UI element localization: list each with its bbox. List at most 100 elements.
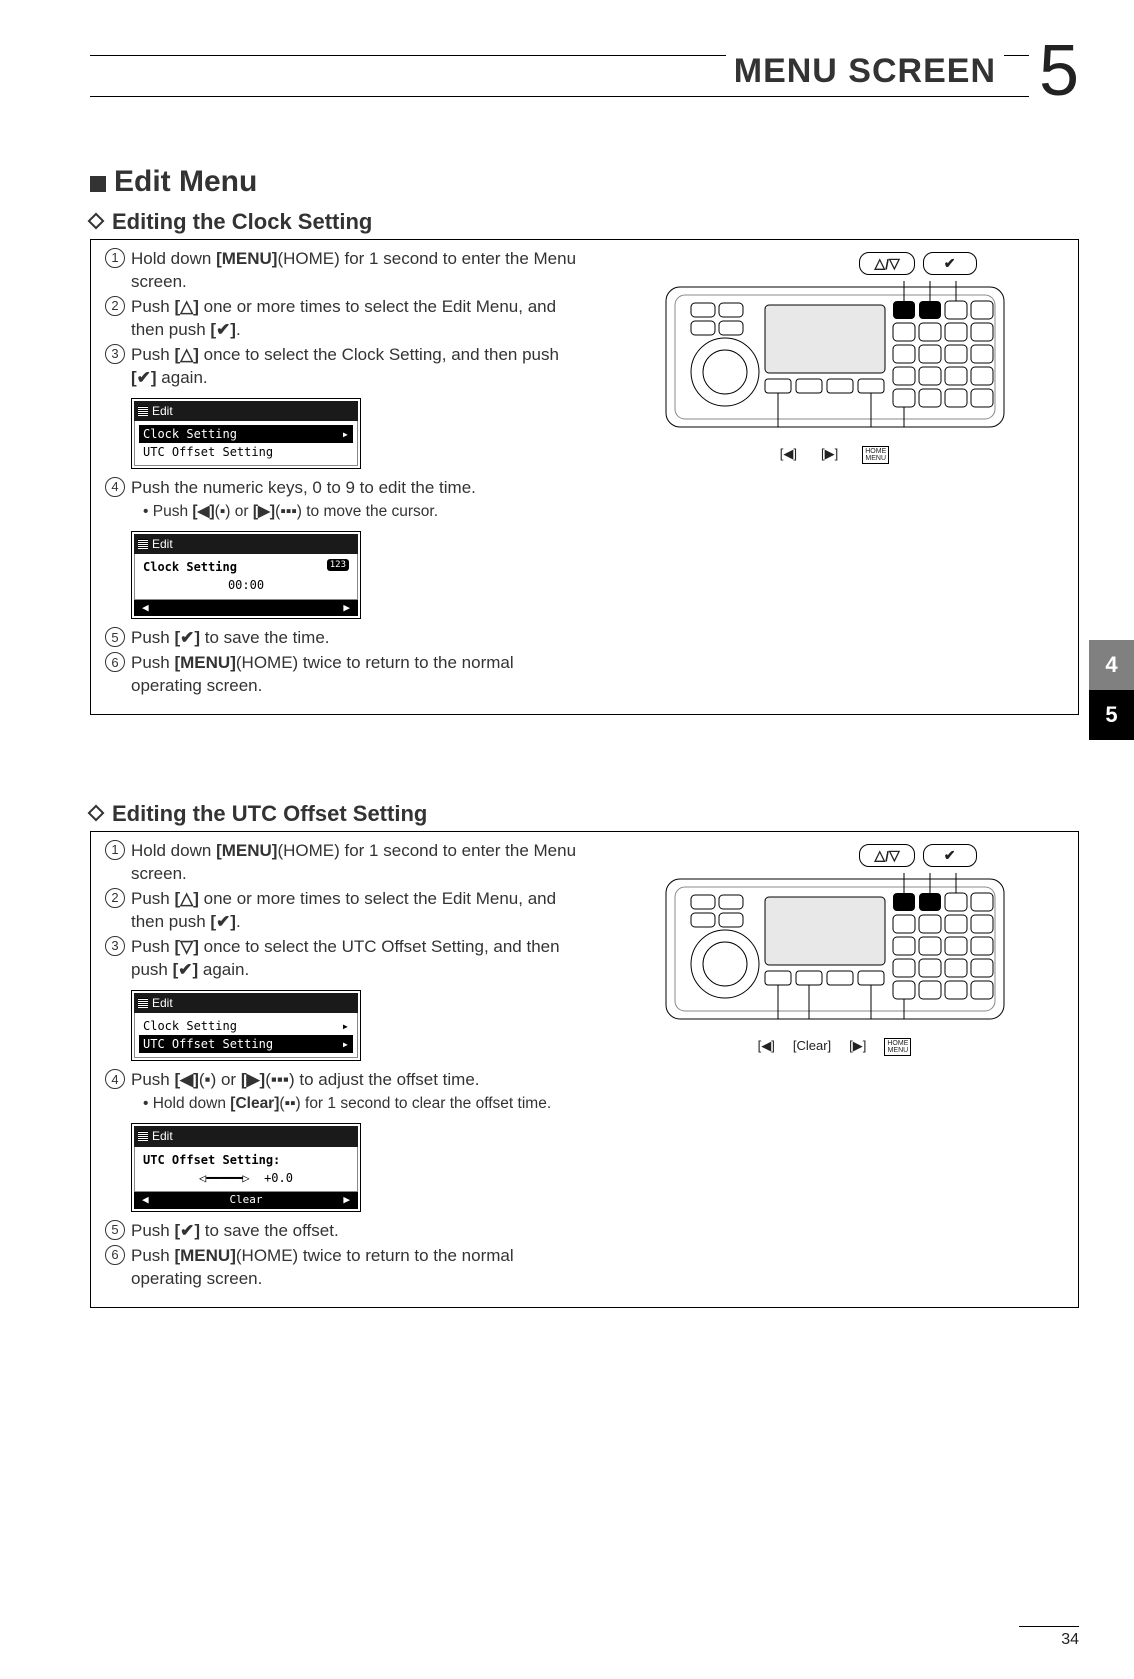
t: (▪▪) for 1 second to clear the offset ti… (279, 1095, 551, 1112)
menu-key-label: HOMEMENU (862, 446, 889, 464)
ok-button-callout (923, 844, 977, 867)
left-key-label: [◀] (758, 1038, 775, 1056)
step-1: 1Hold down [MENU](HOME) for 1 second to … (105, 840, 585, 886)
lcd-title: Edit (152, 403, 173, 419)
caret-right-icon (342, 426, 349, 442)
left-key-label: [◀] (780, 446, 797, 464)
section-1-title: Editing the Clock Setting (90, 209, 1079, 235)
t: Push (131, 297, 174, 316)
step-6: 6Push [MENU](HOME) twice to return to th… (105, 1245, 585, 1291)
caret-right-icon (342, 1036, 349, 1052)
t: [MENU] (216, 841, 277, 860)
lcd-row-text: UTC Offset Setting (143, 1036, 273, 1052)
section-2-title: Editing the UTC Offset Setting (90, 801, 1079, 827)
step-num: 1 (105, 248, 125, 268)
t: [◀] (174, 1070, 198, 1089)
step-num: 6 (105, 652, 125, 672)
t: to save the offset. (200, 1221, 339, 1240)
step-4: 4Push [◀](▪) or [▶](▪▪▪) to adjust the o… (105, 1069, 585, 1092)
t: [MENU] (174, 653, 235, 672)
t: [▶] (253, 503, 275, 520)
ok-button-callout (923, 252, 977, 275)
section-1-title-text: Editing the Clock Setting (112, 209, 372, 234)
callout-top-buttons: / (665, 844, 977, 867)
callout-top-buttons: / (665, 252, 977, 275)
step-num: 5 (105, 627, 125, 647)
t: . (236, 320, 241, 339)
triangle-up-icon (874, 847, 885, 864)
page-num-rule (1019, 1626, 1079, 1627)
caret-right-icon (342, 1018, 349, 1034)
lcd-titlebar: Edit (134, 993, 358, 1013)
step-2: 2Push [△] one or more times to select th… (105, 888, 585, 934)
side-tabs: 4 5 (1089, 640, 1134, 740)
softkey-left: ◀ (142, 601, 149, 616)
lcd-heading: UTC Offset Setting: (139, 1151, 353, 1169)
t: Push (131, 937, 174, 956)
t: [MENU] (216, 249, 277, 268)
t: Push (153, 503, 193, 520)
softkey-mid: Clear (229, 1193, 262, 1208)
t: Push (131, 1221, 174, 1240)
lcd-utc-offset: Edit UTC Offset Setting: ◁━━━━━▷ +0.0 ◀C… (131, 1123, 361, 1211)
lcd-value-row: ◁━━━━━▷ +0.0 (139, 1169, 353, 1187)
section-1-steps: 1Hold down [MENU](HOME) for 1 second to … (105, 248, 585, 700)
t: (▪) or (215, 503, 253, 520)
step-3: 3Push [△] once to select the Clock Setti… (105, 344, 585, 390)
triangle-down-icon (889, 255, 900, 272)
section-1-box: 1Hold down [MENU](HOME) for 1 second to … (90, 239, 1079, 715)
step-4-sub: Hold down [Clear](▪▪) for 1 second to cl… (105, 1094, 585, 1115)
softkey-right: ▶ (343, 601, 350, 616)
softkey-right: ▶ (343, 1193, 350, 1208)
step-num: 2 (105, 296, 125, 316)
t: [MENU] (174, 1246, 235, 1265)
t: . (236, 912, 241, 931)
t: again. (157, 368, 208, 387)
step-num: 3 (105, 344, 125, 364)
t: [▽] (174, 937, 198, 956)
section-2-steps: 1Hold down [MENU](HOME) for 1 second to … (105, 840, 585, 1292)
t: Hold down (131, 249, 216, 268)
header-rule-2 (90, 96, 1079, 97)
t: Push (131, 889, 174, 908)
t: [✔] (210, 320, 236, 339)
triangle-up-icon (874, 255, 885, 272)
up-down-button-callout: / (859, 844, 914, 867)
step-5: 5Push [✔] to save the time. (105, 627, 585, 650)
t: once to select the Clock Setting, and th… (199, 345, 559, 364)
t: [✔] (174, 628, 200, 647)
step-4: 4Push the numeric keys, 0 to 9 to edit t… (105, 477, 585, 500)
page: MENU SCREEN 5 4 5 Edit Menu Editing the … (0, 0, 1134, 1679)
t: to save the time. (200, 628, 329, 647)
page-number: 34 (1061, 1631, 1079, 1649)
t: [△] (174, 345, 198, 364)
lcd-edit-menu-utc: Edit Clock Setting UTC Offset Setting (131, 990, 361, 1062)
t: Clock Setting (143, 560, 237, 574)
section-2-box: 1Hold down [MENU](HOME) for 1 second to … (90, 831, 1079, 1307)
up-down-button-callout: / (859, 252, 914, 275)
diamond-icon (88, 213, 105, 230)
callout-bottom-labels: [◀] [▶] HOMEMENU (665, 446, 1005, 464)
step-2: 2Push [△] one or more times to select th… (105, 296, 585, 342)
check-icon (944, 847, 956, 864)
callout-bottom-labels: [◀] [Clear] [▶] HOMEMENU (665, 1038, 1005, 1056)
lcd-softkeys: ◀▶ (134, 600, 358, 617)
header-title: MENU SCREEN (726, 52, 1004, 91)
t: (▪▪▪) to adjust the offset time. (265, 1070, 479, 1089)
lcd-row-selected: UTC Offset Setting (139, 1035, 353, 1053)
step-num: 4 (105, 1069, 125, 1089)
lcd-titlebar: Edit (134, 534, 358, 554)
main-heading: Edit Menu (90, 165, 1079, 199)
clear-key-label: [Clear] (793, 1038, 831, 1056)
lcd-title: Edit (152, 536, 173, 552)
t: [▶] (241, 1070, 265, 1089)
lcd-value: +0.0 (264, 1171, 293, 1185)
t: (▪▪▪) to move the cursor. (275, 503, 438, 520)
diamond-icon (88, 805, 105, 822)
check-icon (944, 255, 956, 272)
lcd-row: UTC Offset Setting (139, 443, 353, 461)
lcd-row-text: Clock Setting (143, 426, 237, 442)
right-key-label: [▶] (821, 446, 838, 464)
t: [✔] (210, 912, 236, 931)
step-num: 4 (105, 477, 125, 497)
